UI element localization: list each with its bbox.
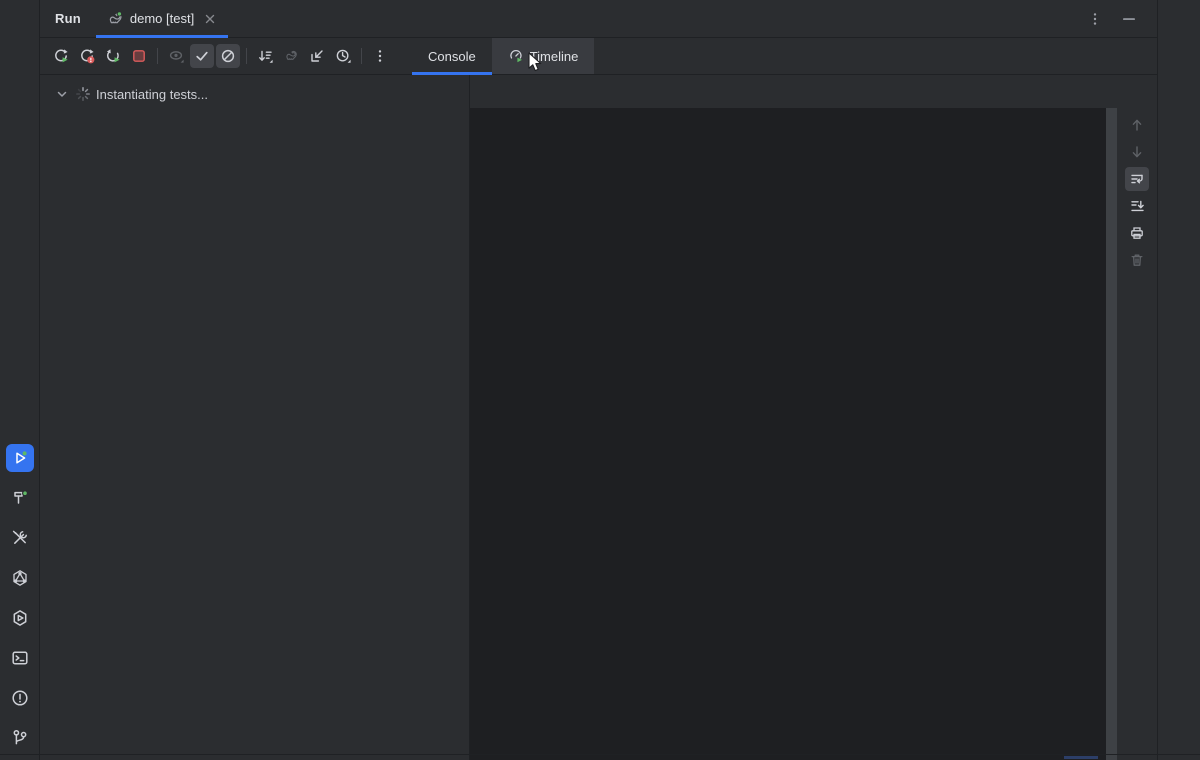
left-toolwindow-stripe bbox=[0, 0, 40, 760]
toolbar-separator bbox=[246, 48, 247, 64]
active-tab-underline bbox=[96, 35, 228, 38]
git-branch-icon bbox=[10, 728, 30, 748]
statusbar-progress-sliver bbox=[1064, 756, 1098, 759]
sidebar-item-services[interactable] bbox=[6, 604, 34, 632]
run-content: Instantiating tests... bbox=[40, 75, 1157, 760]
console-top-gap bbox=[470, 75, 1106, 108]
tab-console[interactable]: Console bbox=[412, 38, 492, 74]
tree-item-label: Instantiating tests... bbox=[96, 87, 208, 102]
scrollbar-thumb[interactable] bbox=[1106, 108, 1117, 760]
selected-tab-underline bbox=[412, 72, 492, 75]
toolbar-separator bbox=[157, 48, 158, 64]
more-vertical-icon[interactable] bbox=[368, 44, 392, 68]
hexagon-triangle-icon bbox=[10, 568, 30, 588]
soft-wrap-icon[interactable] bbox=[1125, 167, 1149, 191]
rerun-auto-icon[interactable] bbox=[101, 44, 125, 68]
crossed-tools-icon bbox=[10, 528, 30, 548]
sidebar-item-version-control[interactable] bbox=[6, 724, 34, 752]
titlebar-actions bbox=[1083, 7, 1143, 31]
run-titlebar: Run demo [test] bbox=[40, 0, 1157, 38]
scrollbar-top-gap bbox=[1106, 75, 1117, 108]
console-output[interactable] bbox=[470, 108, 1106, 760]
tab-timeline[interactable]: Timeline bbox=[492, 38, 595, 74]
rerun-failed-tests-icon[interactable] bbox=[75, 44, 99, 68]
tab-console-label: Console bbox=[428, 49, 476, 64]
run-tool-window: Run demo [test] bbox=[0, 0, 1200, 760]
toolbar-separator bbox=[361, 48, 362, 64]
tab-demo-test[interactable]: demo [test] bbox=[96, 0, 228, 37]
scroll-to-end-icon[interactable] bbox=[1125, 194, 1149, 218]
console-scrollbar-column bbox=[1106, 75, 1117, 760]
run-toolbar: Console Timeline bbox=[40, 38, 1157, 75]
eye-options-icon[interactable] bbox=[164, 44, 188, 68]
more-vertical-icon[interactable] bbox=[1083, 7, 1107, 31]
stop-icon[interactable] bbox=[127, 44, 151, 68]
sidebar-item-structure[interactable] bbox=[6, 564, 34, 592]
test-history-clock-icon[interactable] bbox=[331, 44, 355, 68]
sidebar-item-terminal[interactable] bbox=[6, 644, 34, 672]
run-panel: Run demo [test] bbox=[40, 0, 1158, 760]
tab-timeline-label: Timeline bbox=[530, 49, 579, 64]
timeline-gauge-icon bbox=[508, 48, 524, 64]
arrow-up-icon[interactable] bbox=[1125, 113, 1149, 137]
print-icon[interactable] bbox=[1125, 221, 1149, 245]
terminal-icon bbox=[10, 648, 30, 668]
problems-icon bbox=[10, 688, 30, 708]
run-play-icon bbox=[10, 448, 30, 468]
navigate-into-icon[interactable] bbox=[305, 44, 329, 68]
sidebar-item-problems[interactable] bbox=[6, 684, 34, 712]
view-tabs: Console Timeline bbox=[412, 38, 594, 74]
sidebar-item-build[interactable] bbox=[6, 484, 34, 512]
gradle-icon[interactable] bbox=[279, 44, 303, 68]
console-gutter-toolbar bbox=[1117, 75, 1157, 760]
statusbar-top-border bbox=[0, 754, 1200, 755]
spinner-icon bbox=[75, 86, 91, 102]
console-area bbox=[470, 75, 1157, 760]
chevron-down-icon[interactable] bbox=[54, 86, 70, 102]
gradle-icon bbox=[106, 11, 124, 27]
build-hammer-icon bbox=[10, 488, 30, 508]
close-icon[interactable] bbox=[202, 11, 218, 27]
arrow-down-icon[interactable] bbox=[1125, 140, 1149, 164]
editor-edge-strip bbox=[1158, 0, 1200, 760]
clear-trash-icon[interactable] bbox=[1125, 248, 1149, 272]
show-passed-check-icon[interactable] bbox=[190, 44, 214, 68]
tab-label: demo [test] bbox=[130, 11, 194, 26]
sidebar-item-run[interactable] bbox=[6, 444, 34, 472]
sidebar-item-tools[interactable] bbox=[6, 524, 34, 552]
tree-row-instantiating[interactable]: Instantiating tests... bbox=[54, 82, 469, 106]
show-ignored-circle-slash-icon[interactable] bbox=[216, 44, 240, 68]
console-viewport-column bbox=[470, 75, 1106, 760]
sort-tests-icon[interactable] bbox=[253, 44, 277, 68]
minimize-icon[interactable] bbox=[1117, 7, 1141, 31]
rerun-icon[interactable] bbox=[49, 44, 73, 68]
panel-title: Run bbox=[55, 11, 81, 26]
test-tree-panel: Instantiating tests... bbox=[40, 75, 470, 760]
services-icon bbox=[10, 608, 30, 628]
